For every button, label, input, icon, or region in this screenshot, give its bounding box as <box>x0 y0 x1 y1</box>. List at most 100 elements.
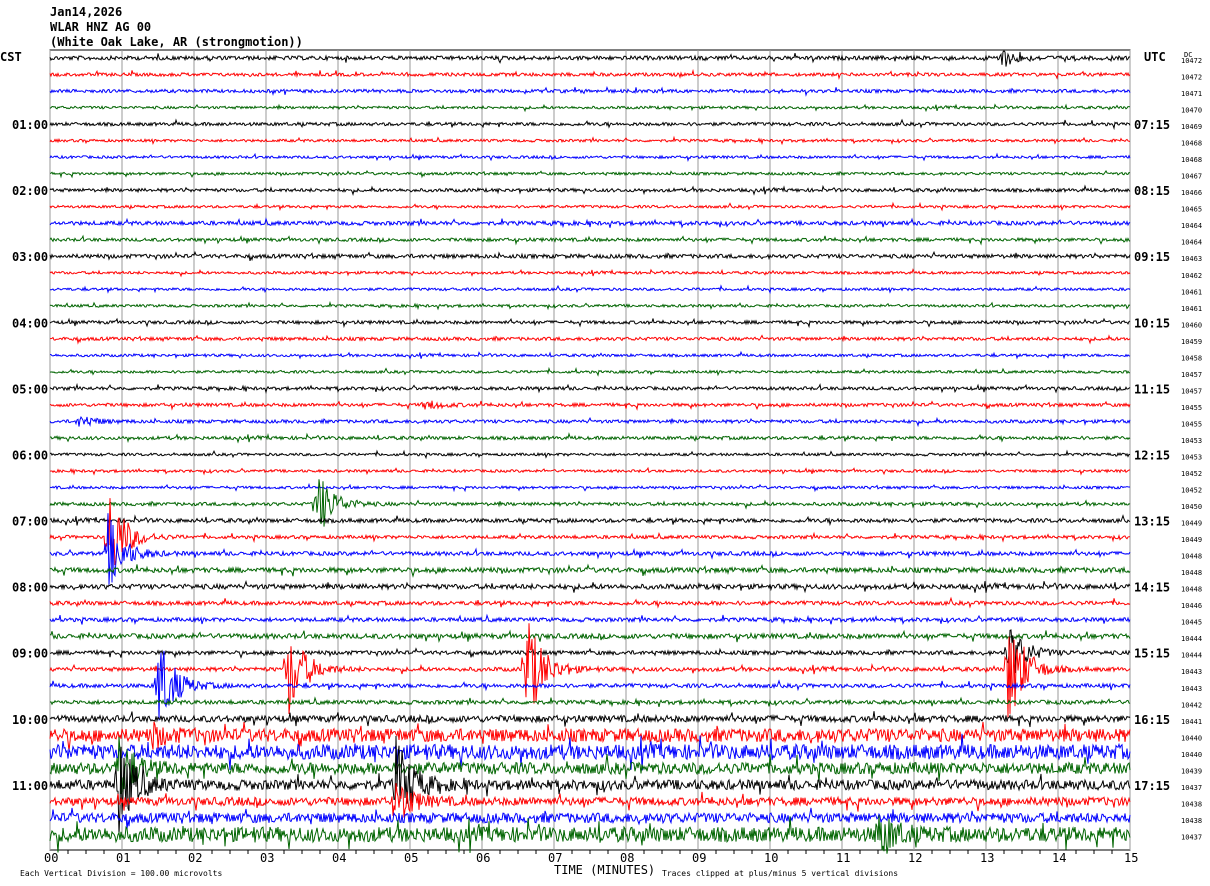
seismic-trace <box>49 68 1131 81</box>
left-timezone: CST <box>0 50 22 64</box>
seismic-trace <box>49 317 1131 329</box>
seismic-trace <box>49 366 1130 377</box>
dc-value: 10453 <box>1181 437 1202 445</box>
clip-note: Traces clipped at plus/minus 5 vertical … <box>662 869 898 878</box>
x-tick-label: 01 <box>116 851 130 865</box>
seismic-trace <box>49 416 1131 428</box>
seismic-trace <box>49 807 1131 830</box>
cst-hour-label: 07:00 <box>12 515 48 529</box>
seismic-trace <box>49 135 1131 146</box>
utc-hour-label: 15:15 <box>1134 647 1170 661</box>
dc-value: 10442 <box>1181 701 1202 709</box>
location-title: (White Oak Lake, AR (strongmotion)) <box>50 35 303 49</box>
x-tick-label: 05 <box>404 851 418 865</box>
utc-hour-label: 09:15 <box>1134 250 1170 264</box>
x-tick-label: 11 <box>836 851 850 865</box>
dc-value: 10470 <box>1181 107 1202 115</box>
dc-value: 10459 <box>1181 338 1202 346</box>
dc-value: 10472 <box>1181 74 1202 82</box>
dc-value: 10460 <box>1181 321 1202 329</box>
dc-value: 10438 <box>1181 817 1202 825</box>
seismic-trace <box>49 514 1131 527</box>
dc-value: 10440 <box>1181 751 1202 759</box>
seismic-trace <box>49 696 1131 708</box>
x-tick-label: 03 <box>260 851 274 865</box>
seismic-trace <box>50 169 1131 179</box>
cst-hour-label: 10:00 <box>12 713 48 727</box>
seismic-trace <box>49 118 1131 131</box>
x-tick-label: 09 <box>692 851 706 865</box>
x-tick-label: 15 <box>1124 851 1138 865</box>
helicorder-plot: Jan14,2026 WLAR HNZ AG 00 (White Oak Lak… <box>0 5 1202 878</box>
dc-value: 10468 <box>1181 156 1202 164</box>
dc-value: 10449 <box>1181 536 1202 544</box>
dc-value: 10440 <box>1181 734 1202 742</box>
dc-value: 10455 <box>1181 420 1202 428</box>
cst-hour-label: 05:00 <box>12 382 48 396</box>
dc-value: 10443 <box>1181 668 1202 676</box>
seismic-trace <box>49 268 1131 278</box>
dc-value: 10439 <box>1181 767 1202 775</box>
seismic-trace <box>49 563 1131 578</box>
dc-value: 10443 <box>1181 685 1202 693</box>
x-tick-label: 04 <box>332 851 346 865</box>
dc-value: 10448 <box>1181 569 1202 577</box>
utc-hour-label: 17:15 <box>1134 779 1170 793</box>
seismic-trace <box>49 400 1131 411</box>
seismic-trace <box>49 201 1131 212</box>
dc-value: 10461 <box>1181 305 1202 313</box>
utc-hour-label: 07:15 <box>1134 118 1170 132</box>
seismic-trace <box>49 579 1131 594</box>
dc-value: 10468 <box>1181 140 1202 148</box>
seismic-trace <box>49 711 1131 728</box>
dc-value: 10445 <box>1181 619 1202 627</box>
dc-value: 10457 <box>1181 387 1202 395</box>
dc-value: 10452 <box>1181 487 1202 495</box>
dc-value: 10448 <box>1181 553 1202 561</box>
seismic-trace <box>49 300 1131 311</box>
x-tick-label: 12 <box>908 851 922 865</box>
dc-value: 10438 <box>1181 800 1202 808</box>
dc-value: 10450 <box>1181 503 1202 511</box>
dc-value: 10444 <box>1181 652 1202 660</box>
seismic-trace <box>49 482 1131 493</box>
dc-value: 10471 <box>1181 90 1202 98</box>
dc-value: 10466 <box>1181 189 1202 197</box>
seismic-trace <box>49 629 1131 643</box>
dc-value: 10465 <box>1181 206 1202 214</box>
dc-value: 10455 <box>1181 404 1202 412</box>
seismic-trace <box>49 783 1131 818</box>
seismic-trace <box>49 103 1130 113</box>
seismic-trace <box>49 234 1131 246</box>
x-tick-label: 14 <box>1052 851 1066 865</box>
cst-hour-label: 03:00 <box>12 250 48 264</box>
seismic-trace <box>49 382 1131 395</box>
seismic-trace <box>49 596 1131 609</box>
dc-value: 10463 <box>1181 255 1202 263</box>
dc-value: 10453 <box>1181 453 1202 461</box>
dc-value: 10461 <box>1181 288 1202 296</box>
seismic-trace <box>49 86 1131 97</box>
utc-hour-label: 12:15 <box>1134 448 1170 462</box>
seismic-trace <box>49 217 1131 229</box>
cst-hour-label: 06:00 <box>12 448 48 462</box>
utc-hour-label: 13:15 <box>1134 515 1170 529</box>
cst-hour-label: 08:00 <box>12 581 48 595</box>
seismic-trace <box>49 152 1131 162</box>
seismic-trace <box>49 513 1131 585</box>
utc-hour-label: 11:15 <box>1134 382 1170 396</box>
x-tick-label: 06 <box>476 851 490 865</box>
x-tick-label: 10 <box>764 851 778 865</box>
cst-hour-label: 01:00 <box>12 118 48 132</box>
dc-value: 10458 <box>1181 354 1202 362</box>
dc-value: 10448 <box>1181 586 1202 594</box>
dc-value: 10472 <box>1181 57 1202 65</box>
seismic-trace <box>50 432 1131 444</box>
dc-value: 10449 <box>1181 520 1202 528</box>
seismic-trace <box>49 449 1131 460</box>
dc-value: 10464 <box>1181 239 1202 247</box>
utc-hour-label: 16:15 <box>1134 713 1170 727</box>
dc-value: 10441 <box>1181 718 1202 726</box>
cst-hour-label: 04:00 <box>12 316 48 330</box>
dc-value: 10437 <box>1181 784 1202 792</box>
